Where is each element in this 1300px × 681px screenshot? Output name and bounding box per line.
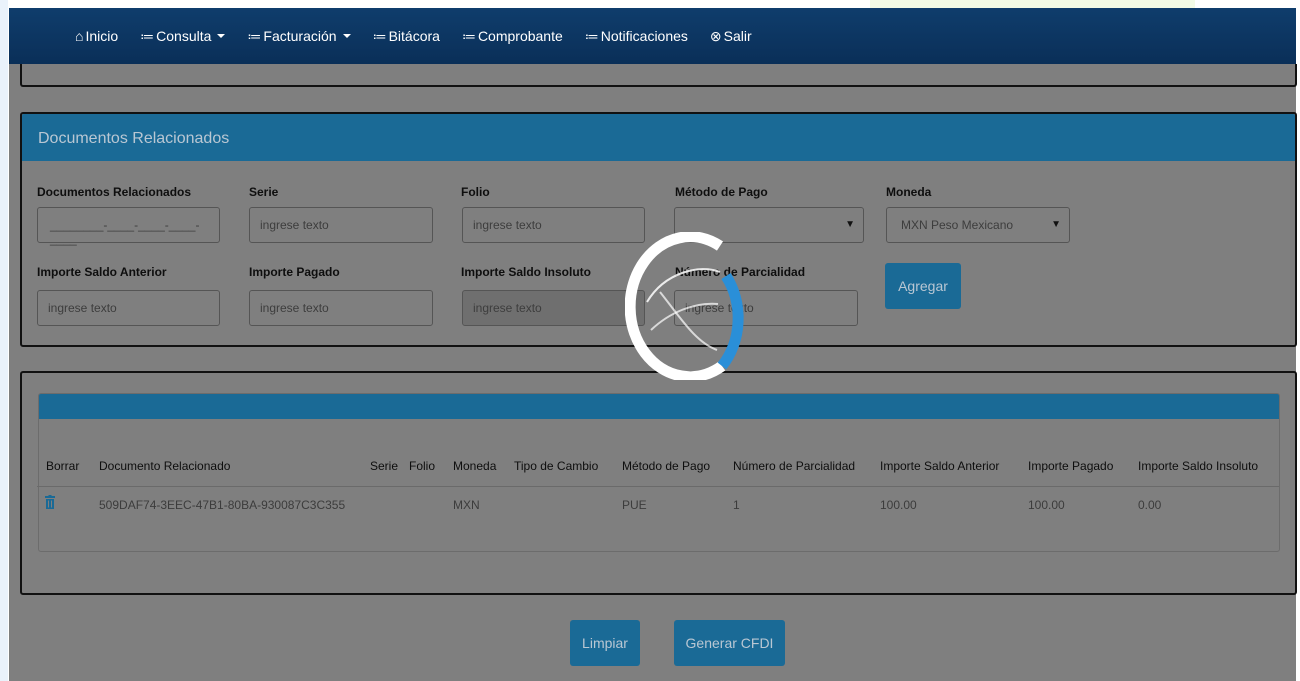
nav-salir[interactable]: ⊗ Salir [710,28,752,45]
importe-pagado-input[interactable]: ingrese texto [249,290,433,326]
importe-saldo-anterior-input[interactable]: ingrese texto [37,290,220,326]
dropdown-arrow-icon: ▼ [1051,219,1061,230]
list-icon: ≔ [140,27,155,44]
importe-pagado-label: Importe Pagado [249,265,340,279]
folio-input[interactable]: ingrese texto [462,207,645,243]
nav-facturacion[interactable]: ≔ Facturación [247,27,351,45]
td-parcialidad: 1 [733,498,740,512]
td-saldo-anterior: 100.00 [880,498,917,512]
nav-label: Salir [723,28,752,44]
th-tipo-cambio: Tipo de Cambio [514,459,599,473]
moneda-select[interactable]: MXN Peso Mexicano ▼ [886,207,1070,243]
home-icon: ⌂ [75,28,84,44]
limpiar-button[interactable]: Limpiar [570,620,640,666]
nav-label: Facturación [263,28,337,44]
previous-panel-bottom [20,64,1297,87]
close-circle-icon: ⊗ [709,27,722,44]
td-moneda: MXN [453,498,480,512]
documentos-relacionados-label: Documentos Relacionados [37,185,192,199]
list-icon: ≔ [247,27,262,44]
th-numero-parcialidad: Número de Parcialidad [733,459,856,473]
dropdown-arrow-icon: ▼ [845,219,855,230]
select-value: MXN Peso Mexicano [901,218,1014,232]
td-metodo: PUE [622,498,647,512]
th-moneda: Moneda [453,459,497,473]
generar-cfdi-button[interactable]: Generar CFDI [674,620,785,666]
folio-label: Folio [461,185,490,199]
documentos-relacionados-input[interactable]: ________-____-____-____-____ [37,207,220,246]
td-pagado: 100.00 [1028,498,1065,512]
list-icon: ≔ [372,27,387,44]
related-documents-table-panel [20,371,1297,595]
nav-label: Notificaciones [600,28,688,44]
nav-label: Inicio [85,28,119,44]
importe-saldo-insoluto-input[interactable]: ingrese texto [462,290,645,326]
importe-saldo-anterior-label: Importe Saldo Anterior [37,265,167,279]
serie-label: Serie [249,185,279,199]
agregar-button[interactable]: Agregar [885,263,961,309]
list-icon: ≔ [461,27,476,44]
trash-icon[interactable] [45,495,55,509]
list-icon: ≔ [584,27,599,44]
metodo-pago-label: Método de Pago [675,185,768,199]
nav-consulta[interactable]: ≔ Consulta [140,27,226,45]
top-strip [0,0,1300,8]
nav-label: Comprobante [477,28,563,44]
top-highlight [870,0,1195,8]
nav-notificaciones[interactable]: ≔ Notificaciones [585,28,688,45]
nav-bitacora[interactable]: ≔ Bitácora [373,28,440,45]
nav-inicio[interactable]: ⌂ Inicio [75,28,118,44]
panel-title: Documentos Relacionados [22,114,1295,161]
th-borrar: Borrar [46,459,80,473]
th-importe-saldo-insoluto: Importe Saldo Insoluto [1138,459,1259,473]
nav-label: Bitácora [388,28,440,44]
nav-label: Consulta [156,28,212,44]
serie-input[interactable]: ingrese texto [249,207,433,243]
td-documento: 509DAF74-3EEC-47B1-80BA-930087C3C355 [99,498,346,512]
td-saldo-insoluto: 0.00 [1138,498,1162,512]
loading-spinner-icon [625,232,744,380]
th-documento-relacionado: Documento Relacionado [99,459,231,473]
caret-down-icon [342,34,351,38]
moneda-label: Moneda [886,185,932,199]
th-folio: Folio [409,459,436,473]
caret-down-icon [217,34,226,38]
header-divider [37,486,1279,487]
nav-comprobante[interactable]: ≔ Comprobante [462,28,563,45]
importe-saldo-insoluto-label: Importe Saldo Insoluto [461,265,592,279]
th-serie: Serie [370,459,399,473]
left-strip [0,0,8,681]
th-importe-pagado: Importe Pagado [1028,459,1114,473]
th-importe-saldo-anterior: Importe Saldo Anterior [880,459,1000,473]
table-header-bar [39,394,1279,419]
navbar: ⌂ Inicio ≔ Consulta ≔ Facturación ≔ Bitá… [9,8,1296,64]
th-metodo-pago: Método de Pago [622,459,711,473]
